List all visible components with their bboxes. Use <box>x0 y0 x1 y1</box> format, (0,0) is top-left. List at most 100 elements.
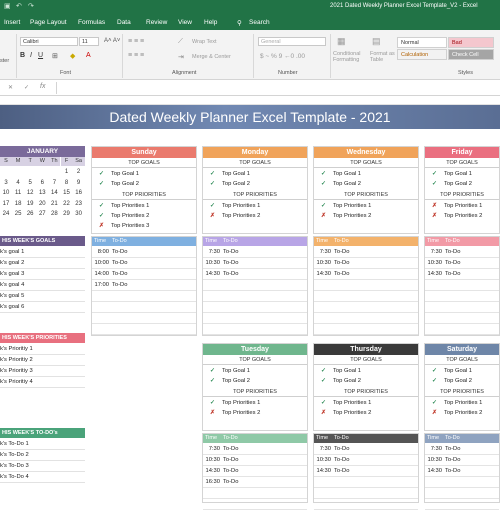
priority-row[interactable]: ✓ Top Priorities 1 <box>92 201 196 211</box>
enter-icon[interactable]: ✓ <box>24 84 29 91</box>
time-cell[interactable]: 14:30 <box>314 269 331 279</box>
goal-row[interactable]: ✓ Top Goal 1 <box>203 366 307 376</box>
tab-data[interactable]: Data <box>117 19 131 26</box>
calendar-day[interactable]: 19 <box>24 199 36 209</box>
save-icon[interactable]: ▣ <box>4 2 11 10</box>
style-check-cell[interactable]: Check Cell <box>448 49 494 60</box>
time-cell[interactable]: 14:30 <box>314 466 331 476</box>
tab-review[interactable]: Review <box>146 19 167 26</box>
goal-row[interactable]: ✓ Top Goal 1 <box>314 169 418 179</box>
underline-icon[interactable]: U <box>38 52 43 59</box>
undo-icon[interactable]: ↶ <box>16 2 22 10</box>
week-goals-item[interactable]: k's goal 6 <box>0 302 85 313</box>
week-todos-item[interactable]: k's To-Do 1 <box>0 439 85 450</box>
font-size-select[interactable]: 11 <box>79 37 99 46</box>
calendar-day[interactable]: 20 <box>36 199 48 209</box>
todo-cell[interactable]: To-Do <box>334 269 349 279</box>
style-normal[interactable]: Normal <box>397 37 447 48</box>
week-goals-item[interactable]: k's goal 1 <box>0 247 85 258</box>
goal-row[interactable]: ✓ Top Goal 2 <box>203 179 307 189</box>
calendar-day[interactable]: 26 <box>24 209 36 219</box>
search-box[interactable]: Search <box>249 19 270 26</box>
time-cell[interactable]: 7:30 <box>314 247 331 257</box>
fill-color-icon[interactable]: ◆ <box>70 52 75 60</box>
goal-row[interactable]: ✓ Top Goal 2 <box>92 179 196 189</box>
week-goals-item[interactable]: k's goal 5 <box>0 291 85 302</box>
calendar-day[interactable]: 9 <box>73 178 85 188</box>
calendar-day[interactable] <box>0 167 12 177</box>
calendar-day[interactable]: 6 <box>36 178 48 188</box>
priority-row[interactable]: ✗ Top Priorities 2 <box>203 211 307 221</box>
time-cell[interactable]: 14:30 <box>203 466 220 476</box>
todo-cell[interactable]: To-Do <box>445 466 460 476</box>
priority-row[interactable]: ✓ Top Priorities 2 <box>92 211 196 221</box>
todo-cell[interactable]: To-Do <box>112 258 127 268</box>
todo-cell[interactable]: To-Do <box>445 258 460 268</box>
todo-cell[interactable]: To-Do <box>445 269 460 279</box>
todo-cell[interactable]: To-Do <box>334 258 349 268</box>
orientation-icon[interactable]: ⟋ <box>178 38 183 46</box>
todo-cell[interactable]: To-Do <box>223 247 238 257</box>
calendar-day[interactable]: 8 <box>61 178 73 188</box>
todo-cell[interactable]: To-Do <box>223 444 238 454</box>
time-cell[interactable]: 8:00 <box>92 247 109 257</box>
merge-center-button[interactable]: Merge & Center <box>192 54 231 60</box>
calendar-day[interactable] <box>48 167 60 177</box>
todo-cell[interactable]: To-Do <box>112 247 127 257</box>
todo-cell[interactable]: To-Do <box>223 455 238 465</box>
calendar-day[interactable]: 23 <box>73 199 85 209</box>
tab-view[interactable]: View <box>178 19 192 26</box>
priority-row[interactable]: ✓ Top Priorities 1 <box>425 398 499 408</box>
time-cell[interactable]: 10:30 <box>425 258 442 268</box>
time-cell[interactable]: 10:00 <box>92 258 109 268</box>
todo-cell[interactable]: To-Do <box>334 466 349 476</box>
tab-insert[interactable]: Insert <box>4 19 20 26</box>
priority-row[interactable]: ✗ Top Priorities 2 <box>203 408 307 418</box>
time-cell[interactable]: 14:30 <box>425 466 442 476</box>
calendar-day[interactable]: 11 <box>12 188 24 198</box>
goal-row[interactable]: ✓ Top Goal 2 <box>425 376 499 386</box>
todo-cell[interactable]: To-Do <box>445 455 460 465</box>
time-cell[interactable]: 10:30 <box>203 258 220 268</box>
calendar-day[interactable]: 17 <box>0 199 12 209</box>
style-calculation[interactable]: Calculation <box>397 49 447 60</box>
calendar-day[interactable]: 21 <box>48 199 60 209</box>
week-goals-item[interactable]: k's goal 2 <box>0 258 85 269</box>
italic-icon[interactable]: I <box>30 52 32 59</box>
goal-row[interactable]: ✓ Top Goal 2 <box>425 179 499 189</box>
todo-cell[interactable]: To-Do <box>223 466 238 476</box>
time-cell[interactable]: 14:30 <box>203 269 220 279</box>
insert-function-icon[interactable]: fx <box>40 83 45 90</box>
align-top-icon[interactable]: ≡ ≡ ≡ <box>128 38 144 45</box>
conditional-formatting-button[interactable]: Conditional Formatting <box>333 51 367 63</box>
calendar-day[interactable]: 10 <box>0 188 12 198</box>
calendar-day[interactable] <box>24 167 36 177</box>
cancel-icon[interactable]: ✕ <box>8 84 13 91</box>
calendar-day[interactable]: 7 <box>48 178 60 188</box>
week-goals-item[interactable]: k's goal 3 <box>0 269 85 280</box>
calendar-day[interactable]: 16 <box>73 188 85 198</box>
priority-row[interactable]: ✗ Top Priorities 2 <box>425 408 499 418</box>
week-priorities-item[interactable]: k's Prioritiy 3 <box>0 366 85 377</box>
time-cell[interactable]: 10:30 <box>314 455 331 465</box>
calendar-day[interactable]: 3 <box>0 178 12 188</box>
tab-page-layout[interactable]: Page Layout <box>30 19 67 26</box>
format-table-icon[interactable]: ▤ <box>372 36 381 47</box>
indent-icon[interactable]: ⇥ <box>178 53 184 61</box>
calendar-day[interactable]: 14 <box>48 188 60 198</box>
todo-cell[interactable]: To-Do <box>334 247 349 257</box>
worksheet[interactable]: Dated Weekly Planner Excel Template - 20… <box>0 97 500 510</box>
format-as-table-button[interactable]: Format as Table <box>370 51 396 63</box>
time-cell[interactable]: 14:30 <box>425 269 442 279</box>
calendar-day[interactable]: 18 <box>12 199 24 209</box>
priority-row[interactable]: ✓ Top Priorities 1 <box>203 398 307 408</box>
borders-icon[interactable]: ⊞ <box>52 52 58 60</box>
goal-row[interactable]: ✓ Top Goal 1 <box>314 366 418 376</box>
week-goals-item[interactable]: k's goal 4 <box>0 280 85 291</box>
todo-cell[interactable]: To-Do <box>334 455 349 465</box>
time-cell[interactable]: 7:30 <box>203 247 220 257</box>
priority-row[interactable]: ✗ Top Priorities 2 <box>314 408 418 418</box>
time-cell[interactable]: 17:00 <box>92 280 109 290</box>
bold-icon[interactable]: B <box>20 52 25 59</box>
todo-cell[interactable]: To-Do <box>445 444 460 454</box>
